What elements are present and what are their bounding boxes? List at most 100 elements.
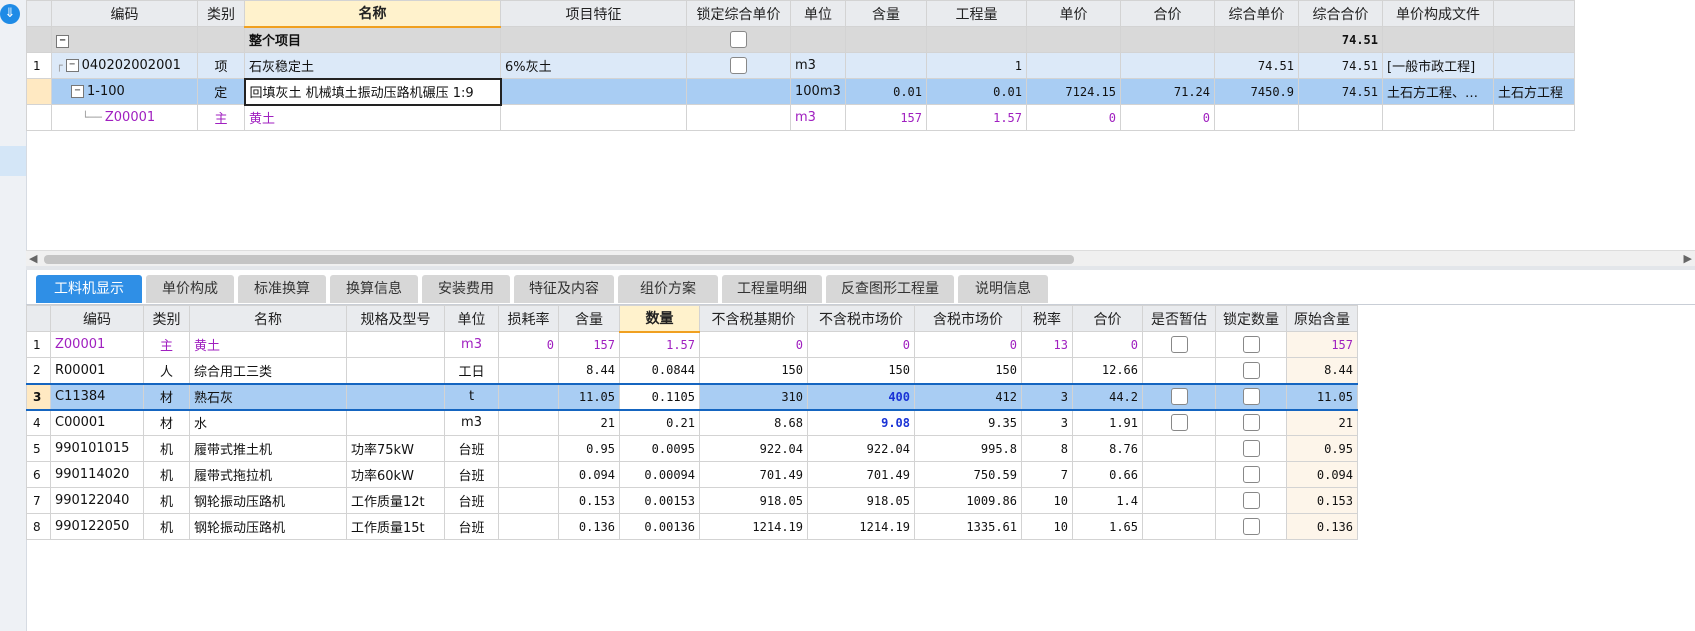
name-cell[interactable]: 石灰稳定土 bbox=[244, 52, 501, 79]
unit-price-cell[interactable] bbox=[1214, 26, 1299, 53]
lock-quantity-checkbox[interactable] bbox=[1242, 388, 1260, 405]
lock-quantity-checkbox[interactable] bbox=[1242, 414, 1260, 432]
header-lock-price[interactable]: 锁定综合单价 bbox=[686, 0, 791, 27]
header-feature[interactable]: 项目特征 bbox=[500, 0, 687, 27]
spec-cell[interactable]: 功率75kW bbox=[346, 435, 445, 462]
content-cell[interactable]: 0.094 bbox=[558, 461, 620, 488]
base-price-cell[interactable]: 1214.19 bbox=[699, 513, 808, 540]
code-cell[interactable]: C11384 bbox=[50, 382, 144, 411]
header-tax-rate[interactable]: 税率 bbox=[1021, 305, 1073, 332]
quantity-cell[interactable]: 0.00153 bbox=[619, 487, 700, 514]
spec-cell[interactable] bbox=[346, 331, 445, 358]
lock-price-checkbox[interactable] bbox=[730, 31, 747, 48]
table-row[interactable]: └── Z00001 主 黄土 m3 157 1.57 0 0 bbox=[26, 104, 1575, 131]
market-price-cell[interactable]: 1214.19 bbox=[807, 513, 915, 540]
content-cell[interactable]: 0.95 bbox=[558, 435, 620, 462]
original-content-cell[interactable]: 8.44 bbox=[1286, 357, 1358, 384]
total-cell[interactable]: 8.76 bbox=[1072, 435, 1143, 462]
name-cell[interactable]: 钢轮振动压路机 bbox=[189, 487, 347, 514]
tab-installation-cost[interactable]: 安装费用 bbox=[422, 275, 510, 303]
type-cell[interactable]: 机 bbox=[143, 435, 190, 462]
header-tax-market-price[interactable]: 含税市场价 bbox=[914, 305, 1022, 332]
type-cell[interactable]: 材 bbox=[143, 382, 190, 411]
loss-rate-cell[interactable] bbox=[498, 357, 559, 384]
lock-price-cell[interactable] bbox=[686, 104, 791, 131]
code-cell[interactable]: −1-100 bbox=[51, 78, 198, 105]
price-file-cell[interactable] bbox=[1382, 26, 1494, 53]
market-price-cell[interactable]: 918.05 bbox=[807, 487, 915, 514]
unit-total-cell[interactable] bbox=[1298, 104, 1383, 131]
spec-cell[interactable] bbox=[346, 409, 445, 436]
table-row[interactable]: − 整个项目 74.51 bbox=[26, 26, 1575, 53]
type-cell[interactable] bbox=[197, 26, 245, 53]
header-base-price[interactable]: 不含税基期价 bbox=[699, 305, 808, 332]
header-content[interactable]: 含量 bbox=[845, 0, 927, 27]
quantity-cell[interactable]: 0.0844 bbox=[619, 357, 700, 384]
lock-price-cell[interactable] bbox=[686, 52, 791, 79]
content-cell[interactable] bbox=[845, 52, 927, 79]
table-row[interactable]: 2 R00001 人综合用工三类 工日 8.44 0.0844 150 150 150 12.66… bbox=[26, 357, 1358, 384]
header-type[interactable]: 类别 bbox=[143, 305, 190, 332]
type-cell[interactable]: 项 bbox=[197, 52, 245, 79]
code-cell[interactable]: 990122050 bbox=[50, 513, 144, 540]
type-cell[interactable]: 主 bbox=[143, 331, 190, 358]
tab-labor-material-machine[interactable]: 工料机显示 bbox=[36, 275, 142, 303]
tax-rate-cell[interactable] bbox=[1021, 357, 1073, 384]
total-cell[interactable]: 1.65 bbox=[1072, 513, 1143, 540]
tab-price-composition[interactable]: 单价构成 bbox=[146, 275, 234, 303]
unit-cell[interactable]: m3 bbox=[444, 409, 499, 436]
market-price-cell[interactable]: 400 bbox=[807, 382, 915, 411]
price-file-cell[interactable]: 土石方工程、… bbox=[1382, 78, 1494, 105]
tax-market-price-cell[interactable]: 412 bbox=[914, 382, 1022, 411]
spec-cell[interactable]: 工作质量15t bbox=[346, 513, 445, 540]
pane-splitter[interactable] bbox=[26, 266, 1695, 270]
content-cell[interactable]: 11.05 bbox=[558, 382, 620, 411]
lock-price-cell[interactable] bbox=[686, 78, 791, 105]
quantity-cell[interactable]: 0.1105 bbox=[619, 382, 700, 411]
quantity-cell[interactable]: 0.00136 bbox=[619, 513, 700, 540]
header-name[interactable]: 名称 bbox=[189, 305, 347, 332]
content-cell[interactable] bbox=[845, 26, 927, 53]
tab-conversion-info[interactable]: 换算信息 bbox=[330, 275, 418, 303]
scrollbar-thumb[interactable] bbox=[44, 255, 1074, 264]
lock-quantity-cell[interactable] bbox=[1215, 382, 1287, 411]
header-quantity[interactable]: 工程量 bbox=[926, 0, 1027, 27]
original-content-cell[interactable]: 0.094 bbox=[1286, 461, 1358, 488]
lock-quantity-cell[interactable] bbox=[1215, 513, 1287, 540]
header-lock-quantity[interactable]: 锁定数量 bbox=[1215, 305, 1287, 332]
is-estimate-cell[interactable] bbox=[1142, 487, 1216, 514]
code-cell[interactable]: 990101015 bbox=[50, 435, 144, 462]
loss-rate-cell[interactable] bbox=[498, 487, 559, 514]
lock-quantity-cell[interactable] bbox=[1215, 435, 1287, 462]
name-edit-cell[interactable]: 回填灰土 机械填土振动压路机碾压 1:9 bbox=[243, 77, 502, 106]
name-cell[interactable]: 履带式拖拉机 bbox=[189, 461, 347, 488]
spec-cell[interactable]: 功率60kW bbox=[346, 461, 445, 488]
header-price[interactable]: 单价 bbox=[1026, 0, 1121, 27]
unit-cell[interactable]: m3 bbox=[790, 52, 846, 79]
unit-cell[interactable]: m3 bbox=[790, 104, 846, 131]
base-price-cell[interactable]: 150 bbox=[699, 357, 808, 384]
header-quantity[interactable]: 数量 bbox=[619, 305, 700, 333]
type-cell[interactable]: 机 bbox=[143, 513, 190, 540]
loss-rate-cell[interactable] bbox=[498, 461, 559, 488]
header-market-price[interactable]: 不含税市场价 bbox=[807, 305, 915, 332]
spec-cell[interactable] bbox=[346, 382, 445, 411]
header-price-file[interactable]: 单价构成文件 bbox=[1382, 0, 1494, 27]
lock-quantity-checkbox[interactable] bbox=[1242, 492, 1260, 509]
market-price-cell[interactable]: 0 bbox=[807, 331, 915, 358]
quantity-cell[interactable] bbox=[926, 26, 1027, 53]
name-cell[interactable]: 综合用工三类 bbox=[189, 357, 347, 384]
name-cell[interactable]: 钢轮振动压路机 bbox=[189, 513, 347, 540]
is-estimate-cell[interactable] bbox=[1142, 461, 1216, 488]
table-row[interactable]: 1 Z00001 主黄土 m3 0 157 1.57 0 0 0 13 0 157 bbox=[26, 331, 1358, 358]
quantity-cell[interactable]: 0.0095 bbox=[619, 435, 700, 462]
tax-market-price-cell[interactable]: 9.35 bbox=[914, 409, 1022, 436]
tax-rate-cell[interactable]: 7 bbox=[1021, 461, 1073, 488]
price-cell[interactable] bbox=[1026, 52, 1121, 79]
name-cell[interactable]: 黄土 bbox=[189, 331, 347, 358]
unit-total-cell[interactable]: 74.51 bbox=[1298, 78, 1383, 105]
unit-price-cell[interactable]: 74.51 bbox=[1214, 52, 1299, 79]
table-row[interactable]: 7 990122040 机钢轮振动压路机 工作质量12t 台班 0.153 0.00153 9… bbox=[26, 487, 1358, 514]
total-cell[interactable]: 0.66 bbox=[1072, 461, 1143, 488]
tax-rate-cell[interactable]: 10 bbox=[1021, 513, 1073, 540]
